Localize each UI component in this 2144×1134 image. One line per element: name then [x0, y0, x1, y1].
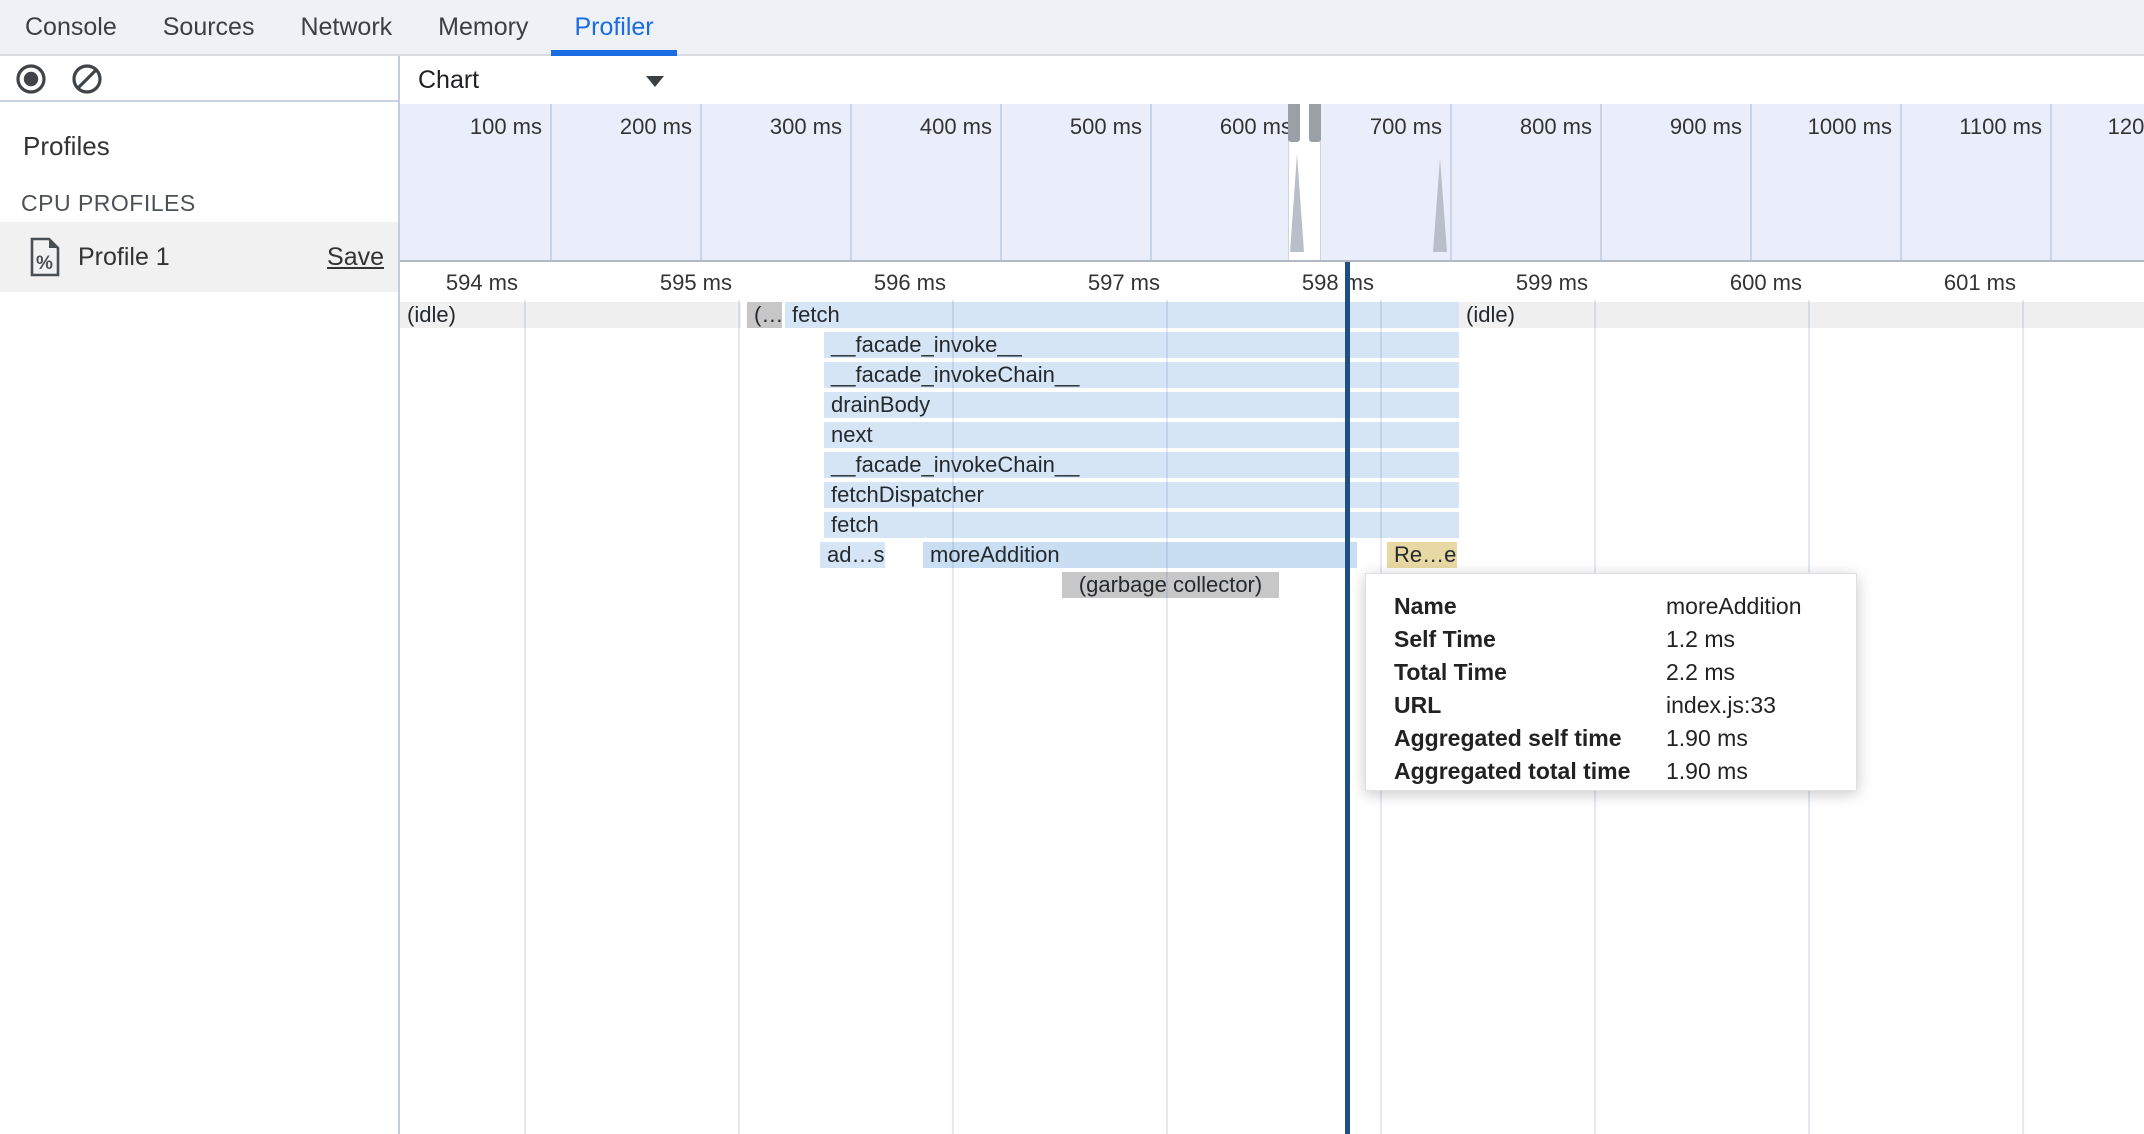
tooltip-row: Total Time2.2 ms [1366, 656, 1856, 689]
overview-activity-spike [1290, 154, 1304, 252]
cpu-profiles-section-label: CPU PROFILES [21, 190, 196, 217]
save-profile-link[interactable]: Save [327, 243, 384, 272]
clear-button[interactable] [70, 62, 104, 96]
sidebar-title: Profiles [23, 131, 110, 162]
overview-tick-label: 1100 ms [1892, 114, 2042, 142]
flame-chart[interactable]: NamemoreAdditionSelf Time1.2 msTotal Tim… [400, 262, 2144, 1134]
tooltip-value: 1.2 ms [1666, 626, 1735, 653]
overview-tick-label: 600 ms [1142, 114, 1292, 142]
tooltip-row: NamemoreAddition [1366, 590, 1856, 623]
overview-tick-label: 500 ms [992, 114, 1142, 142]
profile-document-icon: % [28, 236, 62, 278]
flame-bar-fetch[interactable]: fetch [824, 512, 1459, 538]
flame-bar--idle-[interactable]: (idle) [400, 302, 741, 328]
overview-tick-label: 800 ms [1442, 114, 1592, 142]
flame-bar-ad-s[interactable]: ad…s [820, 542, 885, 568]
flame-ruler-label: 601 ms [1866, 270, 2016, 298]
tab-console[interactable]: Console [2, 0, 140, 54]
overview-tick-label: 300 ms [692, 114, 842, 142]
tooltip-value: 1.90 ms [1666, 725, 1748, 752]
flame-bar-fetchdispatcher[interactable]: fetchDispatcher [824, 482, 1459, 508]
tooltip-row: Aggregated self time1.90 ms [1366, 722, 1856, 755]
overview-tick-label: 1000 ms [1742, 114, 1892, 142]
svg-text:%: % [36, 253, 53, 274]
overview-activity-spike [1433, 158, 1447, 252]
frame-details-tooltip: NamemoreAdditionSelf Time1.2 msTotal Tim… [1365, 573, 1857, 791]
overview-tick-label: 400 ms [842, 114, 992, 142]
overview-tick-label: 200 ms [542, 114, 692, 142]
flame-bar--garbage-collector-[interactable]: (garbage collector) [1062, 572, 1279, 598]
flame-bar--facade-invoke-[interactable]: __facade_invoke__ [824, 332, 1459, 358]
flame-ruler-label: 597 ms [1010, 270, 1160, 298]
profiler-toolbar [0, 58, 398, 102]
flame-ruler-label: 596 ms [796, 270, 946, 298]
tooltip-row: Aggregated total time1.90 ms [1366, 755, 1856, 788]
tooltip-value: index.js:33 [1666, 692, 1776, 719]
tab-label: Console [25, 13, 117, 42]
tab-label: Memory [438, 13, 528, 42]
flame-grid-line [952, 300, 954, 1134]
view-mode-value: Chart [418, 66, 479, 95]
tab-label: Network [300, 13, 392, 42]
flame-bar--facade-invokechain-[interactable]: __facade_invokeChain__ [824, 362, 1459, 388]
flame-bar--[interactable]: (… [747, 302, 782, 328]
current-time-marker [1345, 262, 1350, 1134]
overview-tick-label: 100 ms [400, 114, 542, 142]
flame-grid-line [1166, 300, 1168, 1134]
flame-bar--idle-[interactable]: (idle) [1459, 302, 2144, 328]
record-icon [14, 62, 48, 96]
record-button[interactable] [14, 62, 48, 96]
chart-toolbar: Chart [400, 58, 2144, 102]
timeline-overview[interactable]: 100 ms200 ms300 ms400 ms500 ms600 ms700 … [400, 104, 2144, 262]
clear-icon [70, 62, 104, 96]
tooltip-row: Self Time1.2 ms [1366, 623, 1856, 656]
selection-handle-left[interactable] [1288, 104, 1300, 142]
tab-sources[interactable]: Sources [140, 0, 278, 54]
tooltip-value: 2.2 ms [1666, 659, 1735, 686]
tab-network[interactable]: Network [277, 0, 415, 54]
overview-tick-label: 1200 ms [2042, 114, 2144, 142]
chevron-down-icon [646, 76, 664, 87]
tab-label: Profiler [574, 13, 653, 42]
tooltip-value: 1.90 ms [1666, 758, 1748, 785]
selection-handle-right[interactable] [1309, 104, 1321, 142]
flame-ruler-label: 599 ms [1438, 270, 1588, 298]
flame-ruler-label: 595 ms [582, 270, 732, 298]
flame-bar-drainbody[interactable]: drainBody [824, 392, 1459, 418]
active-tab-underline [551, 50, 676, 56]
flame-ruler-label: 600 ms [1652, 270, 1802, 298]
flame-grid-line [524, 300, 526, 1134]
tooltip-label: Self Time [1394, 626, 1666, 653]
tooltip-label: Name [1394, 593, 1666, 620]
flame-bar-re-e[interactable]: Re…e [1387, 542, 1457, 568]
flame-grid-line [738, 300, 740, 1134]
devtools-tab-bar: Console Sources Network Memory Profiler [0, 0, 2144, 56]
tooltip-label: URL [1394, 692, 1666, 719]
tooltip-label: Aggregated total time [1394, 758, 1666, 785]
flame-bar--facade-invokechain-[interactable]: __facade_invokeChain__ [824, 452, 1459, 478]
flame-ruler-label: 598 ms [1224, 270, 1374, 298]
tooltip-label: Aggregated self time [1394, 725, 1666, 752]
flame-ruler-label: 594 ms [400, 270, 518, 298]
tooltip-row: URLindex.js:33 [1366, 689, 1856, 722]
tab-memory[interactable]: Memory [415, 0, 551, 54]
sidebar-item-profile-1[interactable]: % Profile 1 Save [0, 222, 398, 292]
tab-label: Sources [163, 13, 255, 42]
tooltip-value: moreAddition [1666, 593, 1802, 620]
overview-tick-label: 900 ms [1592, 114, 1742, 142]
flame-grid-line [2022, 300, 2024, 1134]
view-mode-select[interactable]: Chart [418, 58, 668, 102]
flame-bar-moreaddition[interactable]: moreAddition [923, 542, 1357, 568]
tab-profiler[interactable]: Profiler [551, 0, 676, 54]
profile-name: Profile 1 [78, 243, 170, 272]
flame-bar-fetch[interactable]: fetch [785, 302, 1459, 328]
tooltip-label: Total Time [1394, 659, 1666, 686]
flame-bar-next[interactable]: next [824, 422, 1459, 448]
profiles-sidebar: Profiles CPU PROFILES % Profile 1 Save [0, 104, 398, 1134]
